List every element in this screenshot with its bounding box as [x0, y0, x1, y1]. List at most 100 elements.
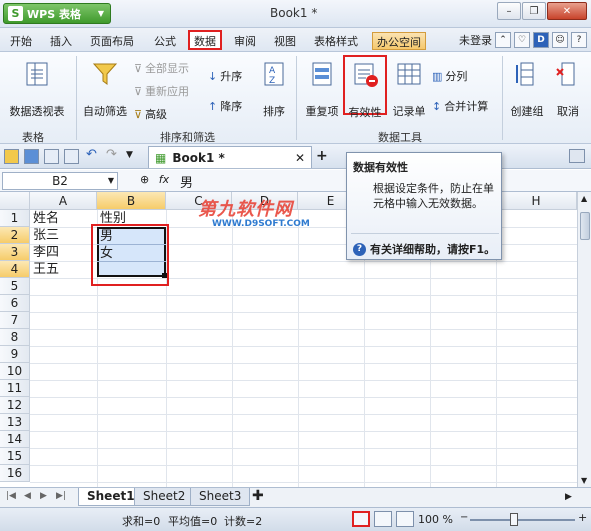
reapply-button[interactable]: ⊽ 重新应用 [134, 83, 189, 99]
restore-button[interactable]: ❐ [522, 2, 546, 20]
column-header[interactable]: A [30, 192, 97, 210]
qat-customize-icon[interactable]: ▼ [126, 150, 141, 165]
row-header[interactable]: 13 [0, 414, 30, 431]
first-sheet-icon[interactable]: |◀ [6, 491, 16, 501]
select-all-corner[interactable] [0, 192, 30, 210]
new-tab-icon[interactable]: + [316, 148, 328, 164]
tab-review[interactable]: 审阅 [230, 32, 260, 50]
minimize-button[interactable]: – [497, 2, 521, 20]
zoom-slider-knob[interactable] [510, 513, 518, 526]
name-box[interactable]: B2 ▼ [2, 172, 118, 190]
cell-a4[interactable]: 王五 [31, 261, 59, 278]
close-tab-icon[interactable]: ✕ [295, 151, 305, 165]
redo-icon[interactable]: ↷ [106, 147, 121, 162]
row-header[interactable]: 5 [0, 278, 30, 295]
row-header[interactable]: 1 [0, 210, 30, 227]
column-header[interactable]: B [97, 192, 166, 210]
cell-a2[interactable]: 张三 [31, 227, 59, 244]
cell-b2[interactable]: 男 [98, 228, 113, 245]
formula-input[interactable]: 男 [180, 172, 193, 191]
duplicates-button[interactable]: 重复项 [302, 60, 342, 119]
ungroup-button[interactable]: 取消 [550, 60, 586, 119]
undo-icon[interactable]: ↶ [86, 147, 101, 162]
next-sheet-icon[interactable]: ▶ [40, 491, 47, 501]
text-to-columns-button[interactable]: ▥ 分列 [432, 68, 467, 84]
row-header[interactable]: 7 [0, 312, 30, 329]
row-header[interactable]: 12 [0, 397, 30, 414]
tab-view[interactable]: 视图 [270, 32, 300, 50]
tab-list-icon[interactable] [569, 149, 585, 163]
row-header[interactable]: 11 [0, 380, 30, 397]
function-icon-area[interactable]: ⊕ fx [140, 173, 169, 186]
document-tab[interactable]: ▦ Book1 * ✕ [148, 146, 312, 168]
row-header[interactable]: 6 [0, 295, 30, 312]
tab-home[interactable]: 开始 [6, 32, 36, 50]
sort-descending-button[interactable]: ↑ 降序 [208, 98, 242, 114]
sort-ascending-button[interactable]: ↓ 升序 [208, 68, 242, 84]
row-header[interactable]: 16 [0, 465, 30, 482]
create-group-button[interactable]: 创建组 [508, 60, 546, 119]
pivot-table-button[interactable]: 数据透视表 [6, 60, 68, 119]
consolidate-button[interactable]: ↕ 合并计算 [432, 98, 488, 114]
scroll-down-icon[interactable]: ▼ [581, 476, 587, 485]
row-header[interactable]: 4 [0, 261, 30, 278]
normal-view-icon[interactable] [352, 511, 370, 527]
tab-table-style[interactable]: 表格样式 [310, 32, 362, 50]
scroll-thumb[interactable] [580, 212, 590, 240]
cell-a1[interactable]: 姓名 [31, 210, 59, 227]
zoom-in-icon[interactable]: + [578, 511, 587, 524]
row-header[interactable]: 15 [0, 448, 30, 465]
row-header[interactable]: 14 [0, 431, 30, 448]
help-icon[interactable]: ? [571, 32, 587, 48]
scroll-right-icon[interactable]: ▶ [565, 492, 572, 502]
scroll-up-icon[interactable]: ▲ [581, 194, 587, 203]
print-preview-icon[interactable] [64, 149, 79, 164]
vertical-scrollbar[interactable]: ▲ ▼ [577, 192, 591, 487]
autofilter-button[interactable]: 自动筛选 [80, 60, 130, 119]
data-validation-button[interactable]: 有效性 [343, 55, 387, 119]
tab-insert[interactable]: 插入 [46, 32, 76, 50]
user-icon[interactable]: ☺ [552, 32, 568, 48]
zoom-slider[interactable] [470, 519, 575, 521]
tab-office-space[interactable]: 办公空间 [372, 32, 426, 50]
column-header[interactable]: H [496, 192, 577, 210]
tab-page-layout[interactable]: 页面布局 [86, 32, 138, 50]
chevron-down-icon[interactable]: ▼ [108, 173, 114, 189]
last-sheet-icon[interactable]: ▶| [56, 491, 66, 501]
ribbon-separator [76, 56, 77, 140]
sort-button[interactable]: AZ 排序 [258, 60, 290, 119]
cell-b3[interactable]: 女 [98, 245, 113, 262]
sheet-tab-2[interactable]: Sheet2 [134, 488, 195, 506]
row-header[interactable]: 3 [0, 244, 30, 261]
consolidate-label: 合并计算 [444, 100, 489, 113]
tab-formulas[interactable]: 公式 [150, 32, 180, 50]
sheet-tab-3[interactable]: Sheet3 [190, 488, 251, 506]
tooltip-title: 数据有效性 [353, 161, 408, 174]
ribbon-data: 数据透视表 表格 自动筛选 ⊽ 全部显示 ⊽ 重新应用 ⊽ 高级 ↓ 升序 ↑ 降序 AZ… [0, 52, 591, 144]
row-header[interactable]: 8 [0, 329, 30, 346]
zoom-out-icon[interactable]: − [460, 512, 468, 523]
advanced-filter-button[interactable]: ⊽ 高级 [134, 106, 167, 122]
prev-sheet-icon[interactable]: ◀ [24, 491, 31, 501]
save-icon[interactable] [24, 149, 39, 164]
full-screen-view-icon[interactable] [396, 511, 414, 527]
show-all-button[interactable]: ⊽ 全部显示 [134, 60, 189, 76]
gridline [30, 329, 577, 330]
row-header[interactable]: 9 [0, 346, 30, 363]
docer-icon[interactable]: D [533, 32, 549, 48]
close-button[interactable]: ✕ [547, 2, 587, 20]
row-header[interactable]: 10 [0, 363, 30, 380]
page-break-view-icon[interactable] [374, 511, 392, 527]
add-sheet-icon[interactable]: ✚ [252, 488, 264, 504]
open-icon[interactable] [4, 149, 19, 164]
row-header[interactable]: 2 [0, 227, 30, 244]
skin-icon[interactable]: ♡ [514, 32, 530, 48]
app-menu-button[interactable]: S WPS 表格 ▼ [3, 3, 111, 24]
record-form-button[interactable]: 记录单 [390, 60, 428, 119]
print-icon[interactable] [44, 149, 59, 164]
collapse-ribbon-icon[interactable]: ⌃ [495, 32, 511, 48]
zoom-level[interactable]: 100 % [418, 513, 453, 526]
tab-data[interactable]: 数据 [188, 30, 222, 50]
login-status[interactable]: 未登录 [459, 32, 492, 48]
cell-a3[interactable]: 李四 [31, 244, 59, 261]
